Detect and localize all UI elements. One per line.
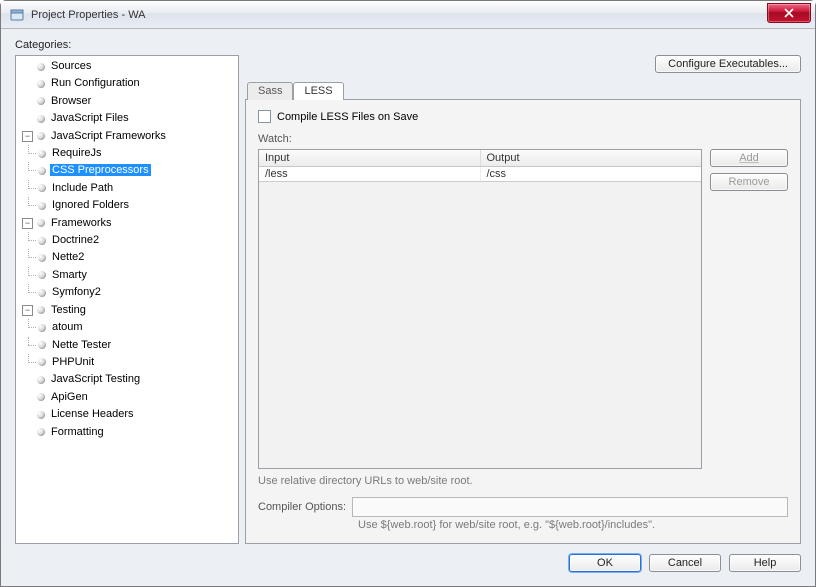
tree-item-css-preprocessors[interactable]: CSS Preprocessors	[50, 164, 151, 176]
bullet-icon	[38, 341, 46, 349]
bullet-icon	[37, 80, 45, 88]
cancel-button[interactable]: Cancel	[649, 554, 721, 572]
tree-item-run-config[interactable]: Run Configuration	[49, 77, 142, 89]
tree-item-testing[interactable]: Testing	[49, 304, 88, 316]
tab-sass[interactable]: Sass	[247, 82, 293, 100]
watch-table[interactable]: Input Output /less /css	[258, 149, 702, 469]
bullet-icon	[37, 376, 45, 384]
tree-item-license-headers[interactable]: License Headers	[49, 408, 136, 420]
tree-item-ignored-folders[interactable]: Ignored Folders	[50, 199, 131, 211]
url-hint: Use relative directory URLs to web/site …	[258, 475, 788, 487]
app-icon	[9, 7, 25, 23]
settings-panel: Configure Executables... Sass LESS Compi…	[245, 55, 801, 544]
bullet-icon	[37, 63, 45, 71]
bullet-icon	[37, 132, 45, 140]
table-row[interactable]: /less /css	[259, 167, 701, 182]
bullet-icon	[38, 237, 46, 245]
expand-icon[interactable]: −	[22, 218, 33, 229]
bullet-icon	[38, 150, 46, 158]
bullet-icon	[38, 289, 46, 297]
bullet-icon	[38, 324, 46, 332]
preprocessor-tabs: Sass LESS	[247, 81, 801, 99]
cell-input[interactable]: /less	[259, 167, 481, 181]
tree-item-js-files[interactable]: JavaScript Files	[49, 112, 131, 124]
bullet-icon	[37, 97, 45, 105]
remove-watch-button[interactable]: Remove	[710, 173, 788, 191]
ok-button[interactable]: OK	[569, 554, 641, 572]
configure-executables-button[interactable]: Configure Executables...	[655, 55, 801, 73]
tree-item-atoum[interactable]: atoum	[50, 321, 85, 333]
dialog-footer: OK Cancel Help	[15, 544, 801, 572]
close-button[interactable]	[767, 3, 811, 23]
bullet-icon	[38, 271, 46, 279]
tree-item-nette2[interactable]: Nette2	[50, 251, 86, 263]
tab-body-less: Compile LESS Files on Save Watch: Input …	[245, 99, 801, 544]
tree-item-frameworks[interactable]: Frameworks	[49, 217, 114, 229]
tree-item-include-path[interactable]: Include Path	[50, 182, 115, 194]
cell-output[interactable]: /css	[481, 167, 702, 181]
tab-less[interactable]: LESS	[293, 82, 343, 100]
tree-item-requirejs[interactable]: RequireJs	[50, 147, 104, 159]
expand-icon[interactable]: −	[22, 305, 33, 316]
compile-on-save-label: Compile LESS Files on Save	[277, 111, 418, 123]
compiler-options-input[interactable]	[352, 497, 788, 517]
col-output[interactable]: Output	[481, 150, 702, 166]
bullet-icon	[37, 428, 45, 436]
tree-item-symfony2[interactable]: Symfony2	[50, 286, 103, 298]
window-title: Project Properties - WA	[31, 9, 146, 21]
categories-label: Categories:	[15, 39, 801, 51]
compile-on-save-checkbox[interactable]	[258, 110, 271, 123]
bullet-icon	[37, 219, 45, 227]
tree-item-apigen[interactable]: ApiGen	[49, 391, 90, 403]
bullet-icon	[38, 254, 46, 262]
add-watch-button[interactable]: Add	[710, 149, 788, 167]
tree-item-browser[interactable]: Browser	[49, 95, 93, 107]
bullet-icon	[38, 184, 46, 192]
bullet-icon	[37, 411, 45, 419]
bullet-icon	[38, 358, 46, 366]
tree-item-doctrine2[interactable]: Doctrine2	[50, 234, 101, 246]
help-button[interactable]: Help	[729, 554, 801, 572]
tree-item-smarty[interactable]: Smarty	[50, 269, 89, 281]
col-input[interactable]: Input	[259, 150, 481, 166]
watch-label: Watch:	[258, 133, 788, 145]
table-empty-area	[259, 182, 701, 468]
tree-item-nette-tester[interactable]: Nette Tester	[50, 339, 113, 351]
tree-item-js-testing[interactable]: JavaScript Testing	[49, 373, 142, 385]
tree-item-phpunit[interactable]: PHPUnit	[50, 356, 96, 368]
tree-item-js-frameworks[interactable]: JavaScript Frameworks	[49, 130, 168, 142]
compiler-options-label: Compiler Options:	[258, 501, 346, 513]
bullet-icon	[38, 202, 46, 210]
tree-item-formatting[interactable]: Formatting	[49, 426, 106, 438]
bullet-icon	[37, 393, 45, 401]
bullet-icon	[37, 115, 45, 123]
expand-icon[interactable]: −	[22, 131, 33, 142]
categories-tree[interactable]: Sources Run Configuration Browser JavaSc…	[15, 55, 239, 544]
bullet-icon	[37, 306, 45, 314]
titlebar: Project Properties - WA	[1, 1, 815, 29]
bullet-icon	[38, 167, 46, 175]
compiler-options-hint: Use ${web.root} for web/site root, e.g. …	[358, 519, 788, 531]
dialog-content: Categories: Sources Run Configuration Br…	[1, 29, 815, 586]
tree-item-sources[interactable]: Sources	[49, 60, 93, 72]
